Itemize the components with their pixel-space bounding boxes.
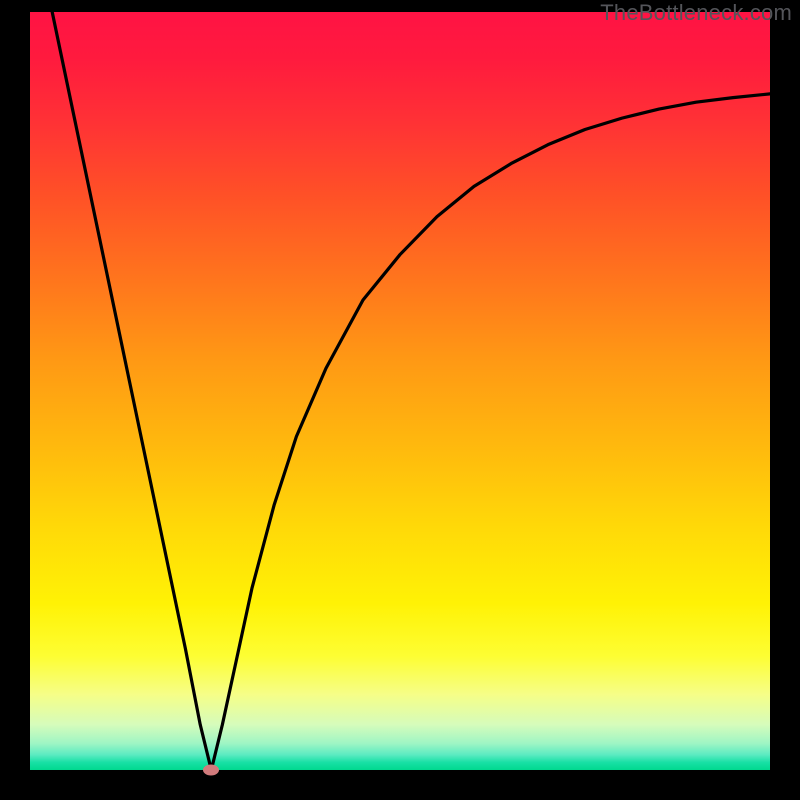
curve-layer	[30, 12, 770, 770]
watermark-text: TheBottleneck.com	[600, 0, 792, 26]
chart-stage: TheBottleneck.com	[0, 0, 800, 800]
optimal-point-marker	[203, 765, 219, 776]
plot-area	[30, 12, 770, 770]
bottleneck-curve	[52, 12, 770, 770]
